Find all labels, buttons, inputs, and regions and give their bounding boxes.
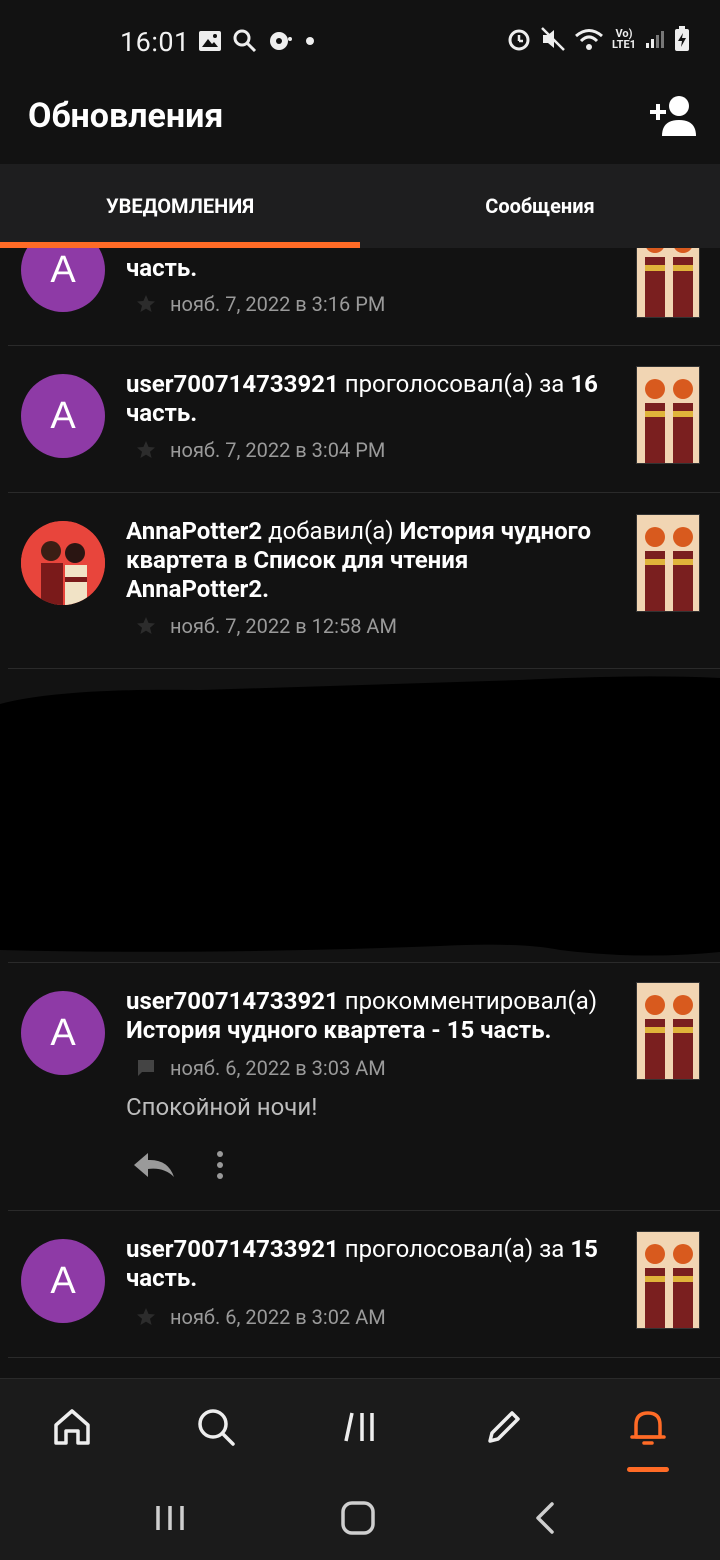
signal-icon <box>646 31 664 48</box>
notification-user[interactable]: user700714733921 <box>126 987 339 1015</box>
notification-line-end: часть. <box>126 254 198 282</box>
notification-item[interactable]: A часть. нояб. 7, 2022 в 3:16 PM <box>0 248 720 346</box>
page-title: Обновления <box>28 96 224 136</box>
story-cover-art <box>637 367 699 463</box>
notification-line-end: часть. <box>126 1264 198 1292</box>
tab-messages[interactable]: Сообщения <box>360 164 720 248</box>
write-icon[interactable] <box>482 1405 526 1449</box>
notification-action: добавил(а) <box>268 517 394 545</box>
home-icon[interactable] <box>50 1405 94 1449</box>
redacted-area <box>0 676 720 956</box>
notification-text: user700714733921 прокомментировал(а) Ист… <box>126 987 616 1045</box>
story-cover[interactable] <box>636 1231 700 1329</box>
avatar[interactable]: A <box>21 374 105 458</box>
bell-icon[interactable] <box>626 1405 670 1449</box>
story-cover[interactable] <box>636 982 700 1080</box>
lte-indicator: Vo) LTE1 <box>612 28 636 50</box>
story-cover-art <box>637 515 699 611</box>
notification-item[interactable]: A user700714733921 проголосовал(а) за 16… <box>0 346 720 493</box>
comment-icon <box>138 1060 154 1076</box>
lte-label-bottom: LTE1 <box>611 38 636 51</box>
notification-user[interactable]: user700714733921 <box>126 1235 339 1263</box>
notifications-list: A часть. нояб. 7, 2022 в 3:16 PM A user7… <box>0 248 720 1378</box>
story-cover-art <box>637 1232 699 1328</box>
notification-time: нояб. 7, 2022 в 3:04 PM <box>170 438 386 462</box>
search-icon[interactable] <box>194 1405 238 1449</box>
star-icon <box>137 1308 155 1325</box>
media-icon <box>270 32 292 50</box>
notification-text: user700714733921 проголосовал(а) за 15 ч… <box>126 1235 616 1293</box>
notification-time: нояб. 7, 2022 в 3:16 PM <box>170 292 386 316</box>
notification-action: прокомментировал(а) <box>344 987 598 1015</box>
add-user-icon[interactable] <box>648 90 700 142</box>
search-status-icon <box>233 29 257 53</box>
notification-item[interactable]: AnnaPotter2 добавил(а) История чудного к… <box>0 493 720 669</box>
notification-item[interactable]: A user700714733921 проголосовал(а) за 15… <box>0 1211 720 1358</box>
bottom-nav <box>0 1378 720 1478</box>
notification-meta: нояб. 7, 2022 в 3:04 PM <box>136 438 385 462</box>
avatar[interactable]: A <box>21 248 105 312</box>
status-icons-right: Vo) LTE1 <box>506 26 690 52</box>
reply-icon[interactable] <box>132 1151 176 1179</box>
notification-text: AnnaPotter2 добавил(а) История чудного к… <box>126 517 616 604</box>
library-icon[interactable] <box>338 1405 382 1449</box>
dot-icon <box>306 37 314 45</box>
avatar[interactable]: A <box>21 991 105 1075</box>
home-button-icon[interactable] <box>338 1498 378 1538</box>
notification-user[interactable]: user700714733921 <box>126 370 339 398</box>
tab-notifications[interactable]: УВЕДОМЛЕНИЯ <box>0 164 360 248</box>
battery-icon <box>675 26 689 51</box>
divider <box>8 1357 720 1358</box>
notification-time: нояб. 6, 2022 в 3:02 AM <box>170 1305 386 1329</box>
star-icon <box>137 441 155 458</box>
status-bar: 16:01 Vo) LTE1 <box>0 0 720 80</box>
status-icons-left <box>198 28 316 54</box>
tab-bar: УВЕДОМЛЕНИЯ Сообщения <box>0 164 720 248</box>
avatar-photo <box>21 521 105 605</box>
gallery-icon <box>199 31 221 51</box>
notification-time: нояб. 6, 2022 в 3:03 AM <box>170 1056 386 1080</box>
story-cover[interactable] <box>636 514 700 612</box>
back-icon[interactable] <box>526 1498 566 1538</box>
notification-item[interactable]: A user700714733921 прокомментировал(а) И… <box>0 963 720 1211</box>
notification-time: нояб. 7, 2022 в 12:58 AM <box>170 614 397 638</box>
notification-meta: нояб. 6, 2022 в 3:03 AM <box>136 1056 386 1080</box>
star-icon <box>137 295 155 312</box>
app-header: Обновления <box>0 80 720 164</box>
alarm-icon <box>508 29 530 51</box>
notification-line-end: часть. <box>126 399 198 427</box>
story-cover-art <box>637 983 699 1079</box>
notification-number: 15 <box>570 1235 598 1263</box>
system-nav-bar <box>0 1478 720 1560</box>
story-cover-art <box>637 248 699 317</box>
notification-number: 16 <box>570 370 598 398</box>
notification-text: часть. <box>126 254 616 283</box>
wifi-icon <box>574 29 603 50</box>
avatar[interactable]: A <box>21 1239 105 1323</box>
status-time: 16:01 <box>120 26 190 58</box>
notification-meta: нояб. 6, 2022 в 3:02 AM <box>136 1305 386 1329</box>
notification-action: проголосовал(а) за <box>344 370 565 398</box>
notification-action: проголосовал(а) за <box>344 1235 565 1263</box>
recent-apps-icon[interactable] <box>150 1498 190 1538</box>
comment-text: Спокойной ночи! <box>126 1093 318 1121</box>
notification-meta: нояб. 7, 2022 в 12:58 AM <box>136 614 397 638</box>
avatar[interactable] <box>21 521 105 605</box>
story-cover[interactable] <box>636 366 700 464</box>
story-cover[interactable] <box>636 248 700 318</box>
active-nav-indicator <box>627 1467 669 1472</box>
notification-meta: нояб. 7, 2022 в 3:16 PM <box>136 292 385 316</box>
star-icon <box>137 617 155 634</box>
notification-text: user700714733921 проголосовал(а) за 16 ч… <box>126 370 616 428</box>
notification-story: История чудного квартета - 15 часть. <box>126 1016 552 1044</box>
mute-icon <box>541 27 565 51</box>
notification-user[interactable]: AnnaPotter2 <box>126 517 262 545</box>
more-options-icon[interactable] <box>210 1149 230 1181</box>
